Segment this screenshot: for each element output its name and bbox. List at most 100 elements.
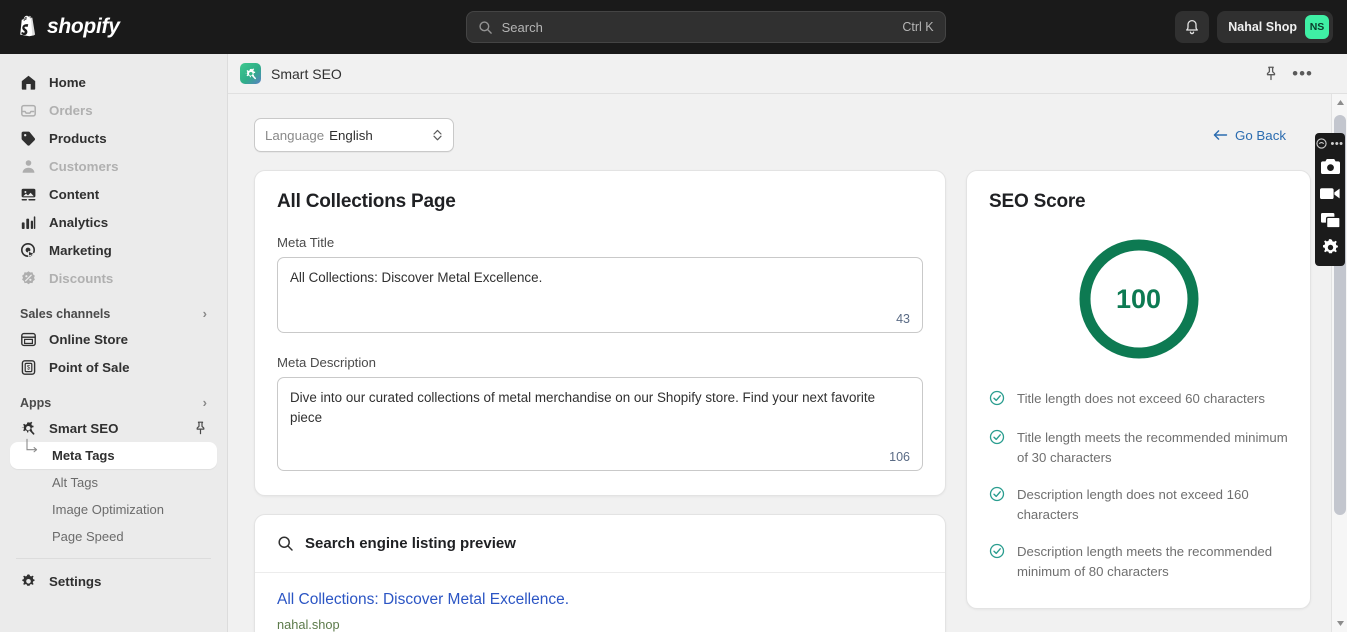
sidebar-item-orders[interactable]: Orders — [10, 96, 217, 124]
sidebar-item-alt-tags[interactable]: Alt Tags — [10, 469, 217, 496]
app-header: Smart SEO ••• — [228, 54, 1347, 94]
app-header-actions: ••• — [1264, 65, 1335, 82]
scroll-up-arrow[interactable] — [1332, 94, 1347, 111]
orders-icon — [21, 104, 36, 117]
sidebar-item-label: Analytics — [49, 214, 109, 230]
global-search-input[interactable]: Search Ctrl K — [465, 11, 946, 43]
go-back-label: Go Back — [1235, 127, 1286, 143]
sidebar-item-analytics[interactable]: Analytics — [10, 208, 217, 236]
triangle-up-icon — [1336, 100, 1344, 105]
gear-seo-icon — [21, 421, 35, 435]
more-horizontal-icon[interactable]: ••• — [1292, 65, 1313, 82]
sidebar-item-label: Smart SEO — [49, 420, 119, 436]
top-bar: shopify Search Ctrl K Nahal Shop NS — [0, 0, 1347, 54]
sidebar-item-online-store[interactable]: Online Store — [10, 325, 217, 353]
check-circle-icon — [989, 543, 1005, 564]
preview-title-link[interactable]: All Collections: Discover Metal Excellen… — [277, 591, 923, 609]
window-capture-button[interactable] — [1315, 207, 1345, 234]
language-label: Language — [265, 127, 325, 143]
list-item: Title length does not exceed 60 characte… — [989, 389, 1288, 411]
check-label: Title length meets the recommended minim… — [1017, 430, 1288, 465]
sidebar-item-point-of-sale[interactable]: $ Point of Sale — [10, 353, 217, 381]
pin-icon[interactable] — [194, 421, 207, 435]
check-circle-glyph — [989, 429, 1005, 445]
chevron-updown-icon — [432, 128, 443, 142]
seo-score-card: SEO Score 100 Title length does not exce… — [966, 170, 1311, 609]
sidebar-item-meta-tags[interactable]: Meta Tags — [10, 442, 217, 469]
sidebar-item-label: Content — [49, 186, 100, 202]
sidebar-item-marketing[interactable]: Marketing — [10, 236, 217, 264]
check-circle-icon — [989, 390, 1005, 411]
page-title: All Collections Page — [277, 191, 456, 212]
sidebar-item-products[interactable]: Products — [10, 124, 217, 152]
section-label: Sales channels — [20, 306, 111, 321]
app-title: Smart SEO — [271, 65, 342, 82]
meta-title-input[interactable]: All Collections: Discover Metal Excellen… — [277, 257, 923, 333]
scroll-down-arrow[interactable] — [1332, 615, 1347, 632]
camera-icon — [1320, 159, 1340, 174]
notifications-button[interactable] — [1175, 11, 1210, 43]
sidebar-item-label: Orders — [49, 102, 93, 118]
toolbar-more-dots: ••• — [1330, 137, 1344, 150]
marketing-target-icon — [21, 242, 36, 259]
analytics-bars-icon — [21, 215, 36, 229]
shopify-wordmark: shopify — [47, 15, 120, 38]
meta-description-input[interactable]: Dive into our curated collections of met… — [277, 377, 923, 471]
recorder-logo-icon — [1316, 138, 1328, 149]
products-tag-icon — [21, 131, 36, 146]
video-camera-icon — [1320, 188, 1340, 199]
pin-glyph — [196, 421, 205, 435]
sidebar-item-label: Home — [49, 74, 86, 90]
toolbar-drag-handle[interactable]: ••• — [1316, 136, 1343, 153]
check-circle-icon — [989, 486, 1005, 507]
svg-text:$: $ — [27, 365, 31, 371]
shopify-bag-icon — [20, 15, 36, 37]
sidebar-item-home[interactable]: Home — [10, 68, 217, 96]
search-placeholder: Search — [501, 19, 543, 35]
sidebar-item-label: Point of Sale — [49, 359, 130, 375]
sidebar-item-page-speed[interactable]: Page Speed — [10, 523, 217, 550]
screen-recorder-toolbar: ••• — [1315, 133, 1345, 266]
language-value: English — [329, 127, 373, 143]
check-circle-glyph — [989, 390, 1005, 406]
avatar: NS — [1305, 15, 1329, 39]
customers-icon — [22, 159, 35, 173]
sidebar-item-content[interactable]: Content — [10, 180, 217, 208]
user-menu-button[interactable]: Nahal Shop NS — [1217, 11, 1333, 43]
sidebar-section-sales-channels[interactable]: Sales channels › — [14, 306, 213, 321]
triangle-down-icon — [1336, 621, 1344, 626]
video-record-button[interactable] — [1315, 180, 1345, 207]
camera-capture-button[interactable] — [1315, 153, 1345, 180]
go-back-link[interactable]: Go Back — [1213, 128, 1286, 143]
shopify-brand[interactable]: shopify — [0, 15, 236, 39]
recorder-settings-button[interactable] — [1315, 234, 1345, 261]
right-column: SEO Score 100 Title length does not exce… — [966, 170, 1311, 609]
top-bar-right: Nahal Shop NS — [1175, 11, 1347, 43]
check-circle-glyph — [989, 486, 1005, 502]
sidebar: Home Orders Products Customers Content A… — [0, 54, 228, 632]
search-shortcut: Ctrl K — [902, 20, 934, 34]
sidebar-item-label: Customers — [49, 158, 119, 174]
pin-icon[interactable] — [1264, 66, 1278, 81]
list-item: Description length meets the recommended… — [989, 542, 1288, 582]
sidebar-item-image-optimization[interactable]: Image Optimization — [10, 496, 217, 523]
meta-title-char-count: 43 — [896, 312, 910, 326]
sidebar-section-apps[interactable]: Apps › — [14, 395, 213, 410]
sidebar-item-discounts[interactable]: Discounts — [10, 264, 217, 292]
store-name: Nahal Shop — [1228, 20, 1297, 34]
sidebar-divider — [16, 558, 211, 559]
seo-score-gauge: 100 — [989, 235, 1288, 363]
chevron-updown-glyph — [433, 129, 442, 141]
sidebar-item-customers[interactable]: Customers — [10, 152, 217, 180]
language-select[interactable]: Language English — [254, 118, 454, 152]
sidebar-subitem-label: Image Optimization — [52, 502, 164, 517]
sidebar-item-settings[interactable]: Settings — [10, 567, 217, 595]
sidebar-item-label: Settings — [49, 573, 102, 589]
search-container: Search Ctrl K — [236, 11, 1175, 43]
list-item: Description length does not exceed 160 c… — [989, 485, 1288, 525]
sidebar-subitem-label: Alt Tags — [52, 475, 99, 490]
settings-gear-icon — [22, 573, 35, 586]
sidebar-item-smart-seo[interactable]: Smart SEO — [10, 414, 217, 442]
preview-heading: Search engine listing preview — [305, 535, 516, 552]
sidebar-item-label: Marketing — [49, 242, 112, 258]
